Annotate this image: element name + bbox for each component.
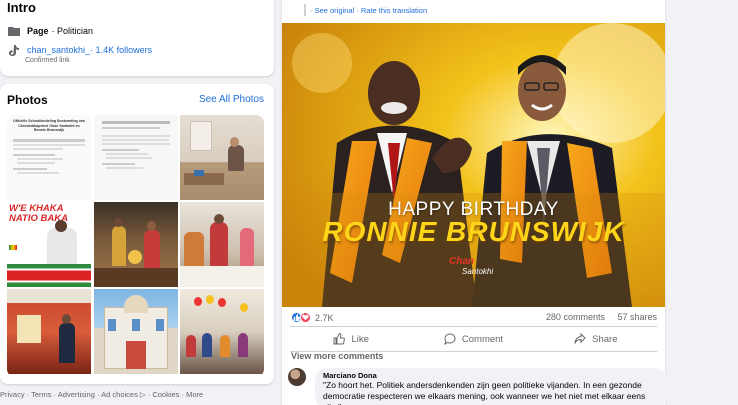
comment-bubble-icon (444, 333, 456, 345)
photo-tile-document-2[interactable] (93, 115, 178, 200)
comment-label: Comment (461, 333, 504, 345)
photo-tile-interior[interactable] (180, 115, 264, 200)
tiktok-row[interactable]: chan_santokhi_ · 1.4K followers (7, 44, 152, 56)
photo-tile-gathering-1[interactable] (93, 202, 178, 287)
comment-button[interactable]: Comment (412, 328, 534, 350)
photo-tile-ceremony[interactable] (7, 289, 91, 374)
reactions-summary[interactable]: 2.7K (291, 312, 334, 323)
photos-title: Photos (7, 93, 48, 107)
post-image[interactable]: HAPPY BIRTHDAY RONNIE BRUNSWIJK Chan San… (282, 23, 665, 307)
photo-tile-document-1[interactable]: Officiële Schoolbindeling Bestemding van… (7, 115, 91, 200)
comments-count[interactable]: 280 comments (546, 312, 605, 322)
see-all-photos-link[interactable]: See All Photos (199, 94, 264, 105)
view-more-comments-link[interactable]: View more comments (291, 351, 383, 361)
tiktok-followers: · 1.4K followers (90, 45, 153, 55)
comment-item: Marciano Dona "Zo hoort het. Politiek an… (288, 368, 667, 405)
page-category-row: Page · Politician (7, 25, 93, 37)
photos-card: Photos See All Photos Officiële Schoolbi… (0, 84, 274, 384)
poster-signature-1: Chan (449, 256, 474, 267)
poster-signature-2: Santokhi (462, 267, 494, 276)
footer-links[interactable]: Privacy · Terms · Advertising · Ad choic… (0, 390, 203, 399)
photo-tile-campaign[interactable]: W'E KHAKA NATIO BAKA (7, 202, 91, 287)
shares-count[interactable]: 57 shares (617, 312, 657, 322)
photo-tile-hall[interactable] (180, 289, 264, 374)
photo-grid: Officiële Schoolbindeling Bestemding van… (7, 115, 264, 377)
photo-tile-gathering-2[interactable] (180, 202, 264, 287)
see-original-link[interactable]: · See original · Rate this translation (310, 6, 427, 15)
document-heading: Officiële Schoolbindeling Bestemding van… (13, 119, 85, 132)
comment-bubble: Marciano Dona "Zo hoort het. Politiek an… (315, 368, 667, 405)
thumbs-up-icon (333, 333, 346, 345)
engagement-counts: 280 comments 57 shares (536, 312, 657, 322)
comment-author[interactable]: Marciano Dona (323, 371, 659, 380)
post-card: · See original · Rate this translation H… (282, 0, 667, 405)
like-label: Like (351, 333, 369, 345)
love-reaction-icon (300, 312, 311, 323)
tiktok-handle-link[interactable]: chan_santokhi_ (27, 45, 90, 55)
intro-title: Intro (7, 0, 36, 15)
post-actions: Like Comment Share (290, 328, 657, 350)
poster-headline-line2: RONNIE BRUNSWIJK (322, 216, 625, 247)
intro-card: Intro Page · Politician chan_santokhi_ ·… (0, 0, 274, 76)
comment-text: "Zo hoort het. Politiek andersdenkenden … (323, 380, 646, 405)
share-label: Share (592, 333, 618, 345)
avatar[interactable] (288, 368, 306, 386)
page-category: · Politician (51, 26, 94, 36)
photo-tile-temple[interactable] (93, 289, 178, 374)
confirmed-link-text: Confirmed link (25, 57, 70, 64)
translate-bar (304, 4, 306, 16)
like-button[interactable]: Like (290, 328, 412, 350)
reaction-count: 2.7K (315, 312, 334, 323)
share-arrow-icon (574, 333, 586, 344)
tiktok-icon (7, 44, 20, 56)
page-label: Page (27, 26, 49, 36)
translate-line[interactable]: · See original · Rate this translation (304, 4, 427, 16)
flag-icon (7, 25, 20, 37)
share-button[interactable]: Share (535, 328, 657, 350)
divider (290, 326, 657, 327)
